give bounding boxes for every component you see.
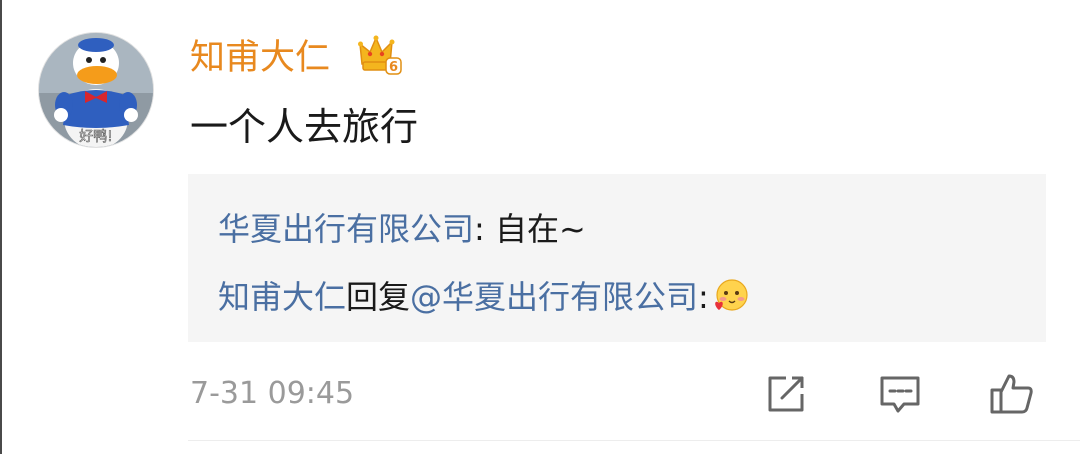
timestamp: 7-31 09:45 bbox=[190, 376, 355, 411]
reply-line: 知甫大仁回复@华夏出行有限公司: bbox=[218, 272, 749, 322]
thumbs-up-icon[interactable] bbox=[988, 370, 1036, 418]
reply-separator: : bbox=[474, 210, 495, 248]
vip-level: 6 bbox=[389, 60, 398, 75]
reply-preview-box[interactable]: 华夏出行有限公司: 自在~ 知甫大仁回复@华夏出行有限公司: bbox=[188, 174, 1046, 342]
reply-line: 华夏出行有限公司: 自在~ bbox=[218, 204, 586, 254]
comment-item: 好鸭! 知甫大仁 6 一个人去旅行 华夏出行有限公司: 自在~ 知甫大仁回复@华… bbox=[0, 0, 1080, 454]
edit-share-icon[interactable] bbox=[762, 370, 810, 418]
reply-separator: : bbox=[698, 278, 709, 316]
reply-author-link[interactable]: 知甫大仁 bbox=[218, 278, 346, 316]
avatar-caption: 好鸭! bbox=[79, 129, 113, 145]
reply-text: 自在~ bbox=[494, 210, 586, 248]
avatar[interactable]: 好鸭! bbox=[38, 32, 154, 148]
avatar-image: 好鸭! bbox=[39, 33, 153, 147]
comment-text: 一个人去旅行 bbox=[190, 105, 419, 149]
reply-author-link[interactable]: 华夏出行有限公司 bbox=[218, 210, 474, 248]
reply-action-text: 回复 bbox=[346, 278, 411, 316]
bottom-divider bbox=[188, 440, 1080, 441]
mention-link[interactable]: @华夏出行有限公司 bbox=[410, 278, 698, 316]
username[interactable]: 知甫大仁 bbox=[190, 30, 330, 86]
left-edge-divider bbox=[0, 0, 2, 454]
vip-crown-icon: 6 bbox=[358, 34, 402, 76]
comment-icon[interactable] bbox=[876, 370, 924, 418]
blush-heart-emoji-icon bbox=[711, 277, 749, 315]
